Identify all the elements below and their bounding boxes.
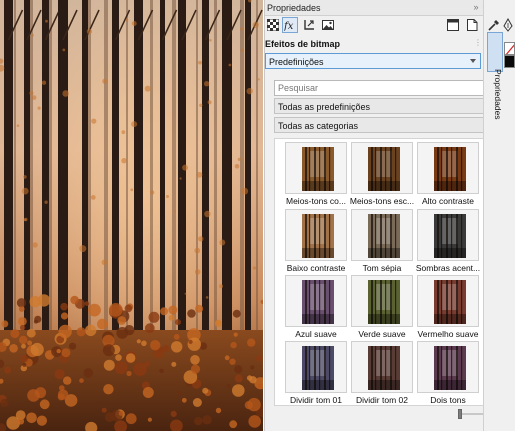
bitmap-image-icon (322, 20, 334, 30)
no-color-swatch[interactable] (504, 42, 515, 55)
preset-item[interactable]: Meios-tons esc... (350, 142, 414, 206)
preset-thumbnail-frame (285, 142, 347, 194)
tab-fill[interactable] (265, 17, 281, 33)
no-color-icon (505, 44, 514, 54)
image-canvas[interactable] (0, 0, 263, 431)
preset-label: Baixo contraste (286, 263, 346, 273)
preset-thumbnail-frame (417, 341, 479, 393)
section-title: Efeitos de bitmap (265, 39, 341, 49)
preset-thumbnail-frame (351, 275, 413, 327)
slider-handle[interactable] (458, 409, 462, 419)
preset-label: Dividir tom 01 (290, 395, 342, 405)
preset-thumbnail (368, 147, 400, 191)
preset-thumbnail (434, 346, 466, 390)
dropdown-value: Predefinições (269, 57, 324, 67)
page-icon (467, 19, 478, 31)
preset-label: Sombras acent... (415, 263, 481, 273)
tab-frame[interactable] (445, 17, 461, 33)
section-heading: Efeitos de bitmap ⋮ (265, 37, 483, 51)
dropdown-value: Todas as predefinições (278, 102, 371, 112)
transform-icon (304, 20, 314, 30)
preset-item[interactable]: Dividir tom 01 (284, 341, 348, 405)
category-filter-dropdown[interactable]: Todas as categorias (274, 117, 511, 133)
svg-text:fx: fx (284, 21, 294, 31)
preset-item[interactable]: Alto contraste (416, 142, 480, 206)
chevron-down-icon (470, 59, 476, 63)
preset-item[interactable]: Baixo contraste (284, 209, 348, 273)
preset-label: Dividir tom 02 (356, 395, 408, 405)
preset-thumbnail (368, 346, 400, 390)
preset-item[interactable]: Verde suave (350, 275, 414, 339)
preset-label: Meios-tons esc... (349, 196, 415, 206)
preset-thumbnail-frame (417, 209, 479, 261)
preset-item[interactable]: Sombras acent... (416, 209, 480, 273)
side-tab-properties[interactable]: Propriedades (487, 32, 503, 120)
preset-thumbnail (434, 147, 466, 191)
preset-thumbnail-frame (417, 142, 479, 194)
preset-thumbnail (302, 280, 334, 324)
preset-thumbnail-frame (285, 209, 347, 261)
tab-transform[interactable] (301, 17, 317, 33)
preset-item[interactable]: Vermelho suave (416, 275, 480, 339)
checkerboard-fill-icon (267, 19, 279, 31)
side-tab-label: Propriedades (493, 69, 503, 120)
preset-label: Alto contraste (422, 196, 474, 206)
preset-filter-dropdown[interactable]: Todas as predefinições (274, 98, 511, 114)
preset-thumbnail-frame (417, 275, 479, 327)
section-options-icon[interactable]: ⋮ (474, 38, 482, 48)
frame-icon (447, 19, 459, 31)
preset-thumbnail-frame (351, 341, 413, 393)
preset-thumbnail-frame (351, 209, 413, 261)
properties-docker: Propriedades » × fx (265, 0, 511, 431)
eyedropper-button[interactable] (487, 18, 501, 32)
preset-thumbnail-frame (285, 341, 347, 393)
preset-label: Tom sépia (362, 263, 402, 273)
preset-thumbnail-frame (351, 142, 413, 194)
fx-effects-icon: fx (284, 21, 294, 31)
preset-label: Vermelho suave (417, 329, 479, 339)
preset-item[interactable]: Tom sépia (350, 209, 414, 273)
preset-gallery: Meios-tons co... Meios-tons esc... Alto co… (274, 138, 511, 406)
color-tool-button[interactable] (502, 17, 514, 32)
eyedropper-icon (488, 20, 499, 31)
preset-item[interactable]: Dois tons (416, 341, 480, 405)
preset-thumbnail (434, 280, 466, 324)
forest-photo (0, 0, 263, 431)
preset-thumbnail (434, 214, 466, 258)
preset-thumbnail (368, 214, 400, 258)
preset-label: Dois tons (430, 395, 466, 405)
preset-thumbnail (302, 147, 334, 191)
preset-label: Verde suave (358, 329, 406, 339)
tab-bitmap[interactable] (320, 17, 336, 33)
pen-nib-icon (503, 17, 513, 32)
preset-thumbnail-frame (285, 275, 347, 327)
effect-category-dropdown[interactable]: Predefinições (265, 53, 481, 69)
preset-item[interactable]: Dividir tom 02 (350, 341, 414, 405)
tab-effects[interactable]: fx (282, 17, 298, 33)
preset-label: Meios-tons co... (286, 196, 346, 206)
tab-page[interactable] (464, 17, 480, 33)
preset-thumbnail (302, 214, 334, 258)
preset-item[interactable]: Meios-tons co... (284, 142, 348, 206)
preset-label: Azul suave (295, 329, 337, 339)
preset-thumbnail (368, 280, 400, 324)
preset-item[interactable]: Azul suave (284, 275, 348, 339)
black-color-swatch[interactable] (504, 55, 515, 68)
preset-thumbnail (302, 346, 334, 390)
docker-title-bar: Propriedades » × (265, 0, 488, 16)
docker-title: Propriedades (267, 3, 321, 13)
search-input[interactable] (274, 80, 492, 96)
docker-side-strip: Propriedades (483, 0, 515, 431)
property-tabs: fx (265, 16, 483, 36)
dropdown-value: Todas as categorias (278, 121, 359, 131)
